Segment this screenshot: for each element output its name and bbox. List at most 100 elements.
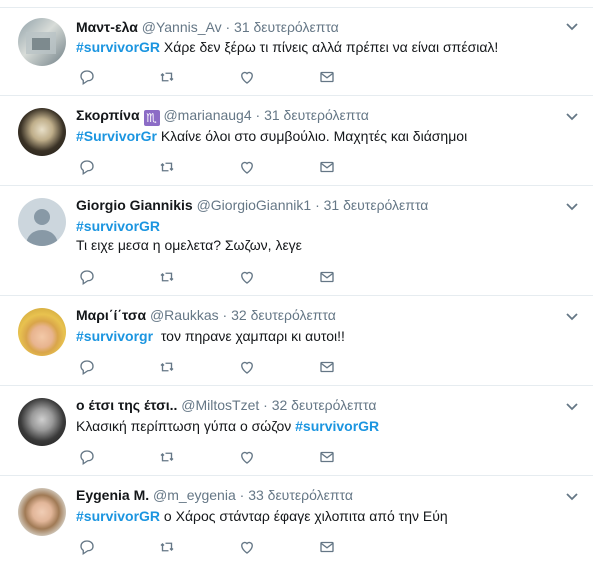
- tweet-item[interactable]: Μαντ-ελα @Yannis_Av · 31 δευτερόλεπτα #s…: [0, 8, 593, 96]
- tweet-text: #survivorgr τον πηρανε χαμπαρι κι αυτοι!…: [76, 327, 345, 346]
- avatar[interactable]: [18, 308, 66, 356]
- tweet-item[interactable]: ο έτσι της έτσι.. @MiltosTzet · 32 δευτε…: [0, 386, 593, 476]
- separator-dot: ·: [222, 307, 228, 323]
- heart-icon[interactable]: [238, 538, 258, 558]
- display-name[interactable]: Giorgio Giannikis: [76, 197, 193, 213]
- envelope-icon[interactable]: [318, 358, 338, 378]
- heart-icon[interactable]: [238, 68, 258, 88]
- reply-icon[interactable]: [78, 448, 98, 468]
- separator-dot: ·: [255, 107, 261, 123]
- tweet-actions: [76, 268, 376, 288]
- avatar[interactable]: [18, 398, 66, 446]
- separator-dot: ·: [315, 197, 320, 213]
- chevron-down-icon[interactable]: [565, 20, 579, 34]
- feed-top-border: [0, 0, 593, 8]
- envelope-icon[interactable]: [318, 268, 338, 288]
- reply-icon[interactable]: [78, 68, 98, 88]
- envelope-icon[interactable]: [318, 538, 338, 558]
- envelope-icon[interactable]: [318, 448, 338, 468]
- retweet-icon[interactable]: [158, 268, 178, 288]
- chevron-down-icon[interactable]: [565, 200, 579, 214]
- separator-dot: ·: [263, 397, 268, 413]
- tweet-text-post: ο Χάρος στάνταρ έφαγε χιλοπιτα από την Ε…: [160, 508, 448, 524]
- tweet-item[interactable]: Σκορπίνα ♏ @marianaug4 · 31 δευτερόλεπτα …: [0, 96, 593, 186]
- timestamp[interactable]: 33 δευτερόλεπτα: [248, 487, 353, 503]
- separator-dot: ·: [225, 19, 231, 35]
- tweet-actions: [76, 358, 376, 378]
- user-handle[interactable]: @MiltosTzet: [181, 397, 259, 413]
- display-name[interactable]: Eygenia M.: [76, 487, 149, 503]
- avatar[interactable]: [18, 108, 66, 156]
- avatar[interactable]: [18, 488, 66, 536]
- avatar[interactable]: [18, 18, 66, 66]
- reply-icon[interactable]: [78, 158, 98, 178]
- retweet-icon[interactable]: [158, 358, 178, 378]
- default-avatar-icon: [26, 209, 58, 246]
- user-handle[interactable]: @marianaug4: [163, 107, 251, 123]
- chevron-down-icon[interactable]: [565, 110, 579, 124]
- avatar-image: [26, 32, 56, 54]
- tweet-text-post: τον πηρανε χαμπαρι κι αυτοι!!: [153, 328, 345, 344]
- tweet-actions: [76, 448, 376, 468]
- tweet-text: #survivorGR Χάρε δεν ξέρω τι πίνεις αλλά…: [76, 38, 498, 57]
- hashtag-link[interactable]: #SurvivorGr: [76, 128, 157, 144]
- user-handle[interactable]: @Yannis_Av: [142, 19, 222, 35]
- tweet-text: #SurvivorGr Κλαίνε όλοι στο συμβούλιο. Μ…: [76, 127, 467, 146]
- user-handle[interactable]: @Raukkas: [150, 307, 219, 323]
- tweet-header: Μαντ-ελα @Yannis_Av · 31 δευτερόλεπτα: [76, 18, 339, 36]
- envelope-icon[interactable]: [318, 68, 338, 88]
- hashtag-link[interactable]: #survivorGR: [76, 39, 160, 55]
- tweet-text-line2: Τι ειχε μεσα η ομελετα? Σωζων, λεγε: [76, 237, 302, 253]
- tweet-actions: [76, 538, 376, 558]
- tweet-item[interactable]: Giorgio Giannikis @GiorgioGiannik1 · 31 …: [0, 186, 593, 296]
- timestamp[interactable]: 31 δευτερόλεπτα: [234, 19, 339, 35]
- chevron-down-icon[interactable]: [565, 490, 579, 504]
- chevron-down-icon[interactable]: [565, 310, 579, 324]
- tweet-item[interactable]: Eygenia M. @m_eygenia · 33 δευτερόλεπτα …: [0, 476, 593, 569]
- envelope-icon[interactable]: [318, 158, 338, 178]
- scorpio-emoji: ♏: [143, 110, 160, 126]
- heart-icon[interactable]: [238, 268, 258, 288]
- tweet-text: #survivorGR: [76, 217, 160, 236]
- reply-icon[interactable]: [78, 268, 98, 288]
- tweet-text-post: Χάρε δεν ξέρω τι πίνεις αλλά πρέπει να ε…: [160, 39, 499, 55]
- tweet-header: Μαρι΄ί΄τσα @Raukkas · 32 δευτερόλεπτα: [76, 306, 336, 324]
- hashtag-link[interactable]: #survivorGR: [76, 218, 160, 234]
- timestamp[interactable]: 32 δευτερόλεπτα: [272, 397, 377, 413]
- heart-icon[interactable]: [238, 358, 258, 378]
- reply-icon[interactable]: [78, 358, 98, 378]
- hashtag-link[interactable]: #survivorGR: [76, 508, 160, 524]
- tweet-text: Κλασική περίπτωση γύπα ο σώζον #survivor…: [76, 417, 379, 436]
- display-name[interactable]: Μαντ-ελα: [76, 19, 138, 35]
- timestamp[interactable]: 32 δευτερόλεπτα: [231, 307, 336, 323]
- user-handle[interactable]: @GiorgioGiannik1: [197, 197, 312, 213]
- display-name[interactable]: Μαρι΄ί΄τσα: [76, 307, 146, 323]
- tweet-text-post: Κλαίνε όλοι στο συμβούλιο. Μαχητές και δ…: [156, 128, 468, 144]
- chevron-down-icon[interactable]: [565, 400, 579, 414]
- heart-icon[interactable]: [238, 448, 258, 468]
- display-name[interactable]: Σκορπίνα: [76, 107, 140, 123]
- retweet-icon[interactable]: [158, 158, 178, 178]
- tweet-item[interactable]: Μαρι΄ί΄τσα @Raukkas · 32 δευτερόλεπτα #s…: [0, 296, 593, 386]
- tweet-header: Σκορπίνα ♏ @marianaug4 · 31 δευτερόλεπτα: [76, 106, 369, 126]
- hashtag-link[interactable]: #survivorgr: [76, 328, 153, 344]
- tweet-text: #survivorGR ο Χάρος στάνταρ έφαγε χιλοπι…: [76, 507, 448, 526]
- hashtag-link[interactable]: #survivorGR: [295, 418, 379, 434]
- tweet-actions: [76, 68, 376, 88]
- avatar[interactable]: [18, 198, 66, 246]
- reply-icon[interactable]: [78, 538, 98, 558]
- tweet-header: Eygenia M. @m_eygenia · 33 δευτερόλεπτα: [76, 486, 353, 504]
- tweet-header: ο έτσι της έτσι.. @MiltosTzet · 32 δευτε…: [76, 396, 376, 414]
- retweet-icon[interactable]: [158, 448, 178, 468]
- retweet-icon[interactable]: [158, 538, 178, 558]
- tweet-header: Giorgio Giannikis @GiorgioGiannik1 · 31 …: [76, 196, 428, 214]
- retweet-icon[interactable]: [158, 68, 178, 88]
- timestamp[interactable]: 31 δευτερόλεπτα: [324, 197, 429, 213]
- timestamp[interactable]: 31 δευτερόλεπτα: [264, 107, 369, 123]
- display-name[interactable]: ο έτσι της έτσι..: [76, 397, 177, 413]
- heart-icon[interactable]: [238, 158, 258, 178]
- tweet-actions: [76, 158, 376, 178]
- user-handle[interactable]: @m_eygenia: [153, 487, 236, 503]
- tweet-text-pre: Κλασική περίπτωση γύπα ο σώζον: [76, 418, 296, 434]
- separator-dot: ·: [239, 487, 245, 503]
